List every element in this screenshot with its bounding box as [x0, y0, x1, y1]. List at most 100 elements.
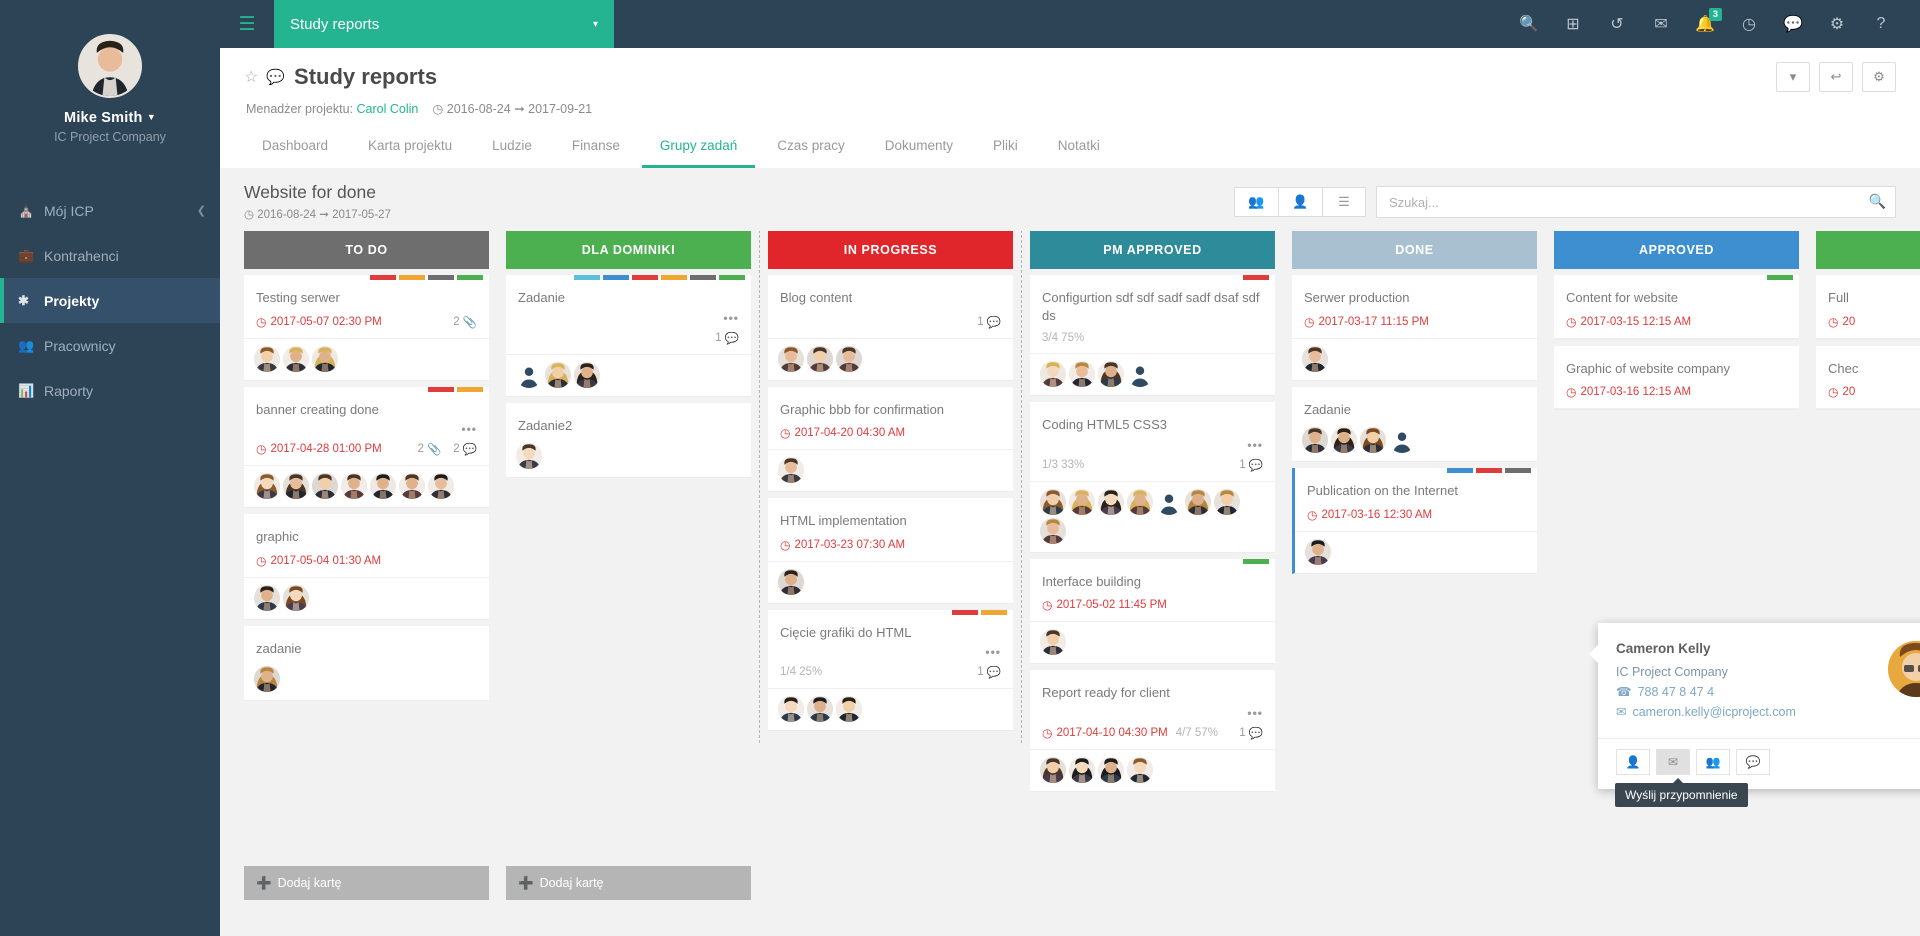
sidebar-item-moj-icp[interactable]: ⛪ Mój ICP ❮: [0, 188, 220, 233]
avatar[interactable]: [1305, 538, 1331, 565]
avatar[interactable]: [1127, 756, 1153, 783]
menu-toggle-icon[interactable]: ☰: [220, 0, 274, 48]
search-icon[interactable]: 🔍: [1869, 193, 1886, 210]
bell-icon[interactable]: 🔔 3: [1684, 0, 1726, 48]
avatar[interactable]: [1040, 517, 1066, 544]
chat-icon[interactable]: 💬: [1772, 0, 1814, 48]
tab-finanse[interactable]: Finanse: [554, 128, 638, 168]
avatar[interactable]: [283, 473, 309, 500]
sidebar-item-raporty[interactable]: 📊 Raporty: [0, 368, 220, 413]
add-card-button-dominiki[interactable]: ➕ Dodaj kartę: [506, 866, 751, 900]
view-person-icon[interactable]: 👤: [1278, 187, 1322, 217]
avatar[interactable]: [312, 345, 338, 372]
avatar[interactable]: [1302, 427, 1328, 454]
card-menu-icon[interactable]: •••: [1030, 704, 1275, 720]
avatar[interactable]: [778, 568, 804, 595]
task-card[interactable]: Zadanie ••• 1 💬: [506, 275, 751, 397]
avatar[interactable]: [254, 584, 280, 611]
sidebar-item-pracownicy[interactable]: 👥 Pracownicy: [0, 323, 220, 368]
column-header[interactable]: DONE: [1292, 231, 1537, 269]
avatar[interactable]: [283, 584, 309, 611]
avatar[interactable]: [516, 361, 542, 388]
avatar[interactable]: [1389, 427, 1415, 454]
avatar[interactable]: [778, 457, 804, 484]
task-card[interactable]: Publication on the Internet ◷ 2017-03-16 1…: [1292, 468, 1537, 574]
task-card[interactable]: Graphic bbb for confirmation ◷ 2017-04-20 …: [768, 386, 1013, 493]
card-menu-icon[interactable]: •••: [244, 420, 489, 436]
avatar[interactable]: [428, 473, 454, 500]
help-icon[interactable]: ?: [1860, 0, 1902, 48]
back-button[interactable]: ↩: [1819, 62, 1853, 92]
avatar[interactable]: [1360, 427, 1386, 454]
task-card[interactable]: HTML implementation ◷ 2017-03-23 07:30 AM: [768, 498, 1013, 604]
search-icon[interactable]: 🔍: [1508, 0, 1550, 48]
expand-button[interactable]: ▾: [1776, 62, 1810, 92]
avatar[interactable]: [1040, 629, 1066, 656]
column-header[interactable]: TO DO: [244, 231, 489, 269]
avatar[interactable]: [836, 345, 862, 372]
sidebar-item-projekty[interactable]: ✱ Projekty: [0, 278, 220, 323]
tab-czas-pracy[interactable]: Czas pracy: [759, 128, 863, 168]
card-menu-icon[interactable]: •••: [1030, 436, 1275, 452]
comment-bubble-icon[interactable]: 💬: [266, 68, 285, 86]
task-card[interactable]: Report ready for client ••• ◷ 2017-04-10 04…: [1030, 670, 1275, 792]
task-card[interactable]: Graphic of website company ◷ 2017-03-16 12…: [1554, 345, 1799, 411]
add-icon[interactable]: ⊞: [1552, 0, 1594, 48]
avatar[interactable]: [778, 345, 804, 372]
column-header[interactable]: [1816, 231, 1920, 269]
avatar[interactable]: [254, 473, 280, 500]
search-input[interactable]: [1376, 186, 1896, 218]
avatar[interactable]: [341, 473, 367, 500]
avatar[interactable]: [312, 473, 338, 500]
tab-ludzie[interactable]: Ludzie: [474, 128, 550, 168]
task-card[interactable]: Serwer production ◷ 2017-03-17 11:15 PM: [1292, 275, 1537, 381]
task-card[interactable]: Cięcie grafiki do HTML ••• 1/4 25% 1 💬: [768, 609, 1013, 732]
add-card-button-todo[interactable]: ➕ Dodaj kartę: [244, 866, 489, 900]
view-people-icon[interactable]: 👥: [1234, 187, 1278, 217]
view-list-icon[interactable]: ☰: [1322, 187, 1366, 217]
avatar[interactable]: [1040, 361, 1066, 388]
collapse-sidebar-icon[interactable]: ❮: [197, 204, 206, 217]
avatar[interactable]: [516, 443, 542, 470]
tab-dashboard[interactable]: Dashboard: [244, 128, 346, 168]
remove-user-icon[interactable]: 👥: [1696, 749, 1730, 775]
avatar[interactable]: [283, 345, 309, 372]
contact-email[interactable]: cameron.kelly@icproject.com: [1632, 705, 1795, 719]
avatar[interactable]: [1127, 361, 1153, 388]
task-card[interactable]: Blog content 1 💬: [768, 275, 1013, 381]
sidebar-item-kontrahenci[interactable]: 💼 Kontrahenci: [0, 233, 220, 278]
manager-link[interactable]: Carol Colin: [357, 102, 419, 116]
avatar[interactable]: [1040, 756, 1066, 783]
task-card[interactable]: Zadanie: [1292, 386, 1537, 463]
avatar[interactable]: [1214, 488, 1240, 515]
mail-icon[interactable]: ✉: [1656, 749, 1690, 775]
settings-button[interactable]: ⚙: [1862, 62, 1896, 92]
task-card[interactable]: Chec ◷ 20: [1816, 345, 1920, 411]
task-card[interactable]: zadanie: [244, 625, 489, 702]
avatar[interactable]: [807, 345, 833, 372]
avatar[interactable]: [778, 696, 804, 723]
chat-icon[interactable]: 💬: [1736, 749, 1770, 775]
history-icon[interactable]: ↺: [1596, 0, 1638, 48]
tab-grupy-zadan[interactable]: Grupy zadań: [641, 128, 756, 168]
task-card[interactable]: Testing serwer ◷ 2017-05-07 02:30 PM 2 📎: [244, 275, 489, 381]
avatar[interactable]: [1069, 756, 1095, 783]
sidebar-user-name[interactable]: Mike Smith ▼: [0, 110, 220, 126]
column-header[interactable]: DLA DOMINIKI: [506, 231, 751, 269]
card-menu-icon[interactable]: •••: [506, 309, 751, 325]
task-card[interactable]: Zadanie2: [506, 402, 751, 479]
task-card[interactable]: Coding HTML5 CSS3 ••• 1/3 33% 1 💬: [1030, 402, 1275, 553]
avatar[interactable]: [254, 666, 280, 693]
avatar[interactable]: [1069, 488, 1095, 515]
avatar[interactable]: [545, 361, 571, 388]
column-header[interactable]: PM APPROVED: [1030, 231, 1275, 269]
avatar[interactable]: [1098, 488, 1124, 515]
favorite-star-icon[interactable]: ☆: [244, 67, 258, 87]
tab-pliki[interactable]: Pliki: [975, 128, 1036, 168]
avatar[interactable]: [807, 696, 833, 723]
avatar[interactable]: [1331, 427, 1357, 454]
avatar[interactable]: [1098, 361, 1124, 388]
avatar[interactable]: [1069, 361, 1095, 388]
column-header[interactable]: APPROVED: [1554, 231, 1799, 269]
avatar[interactable]: [836, 696, 862, 723]
